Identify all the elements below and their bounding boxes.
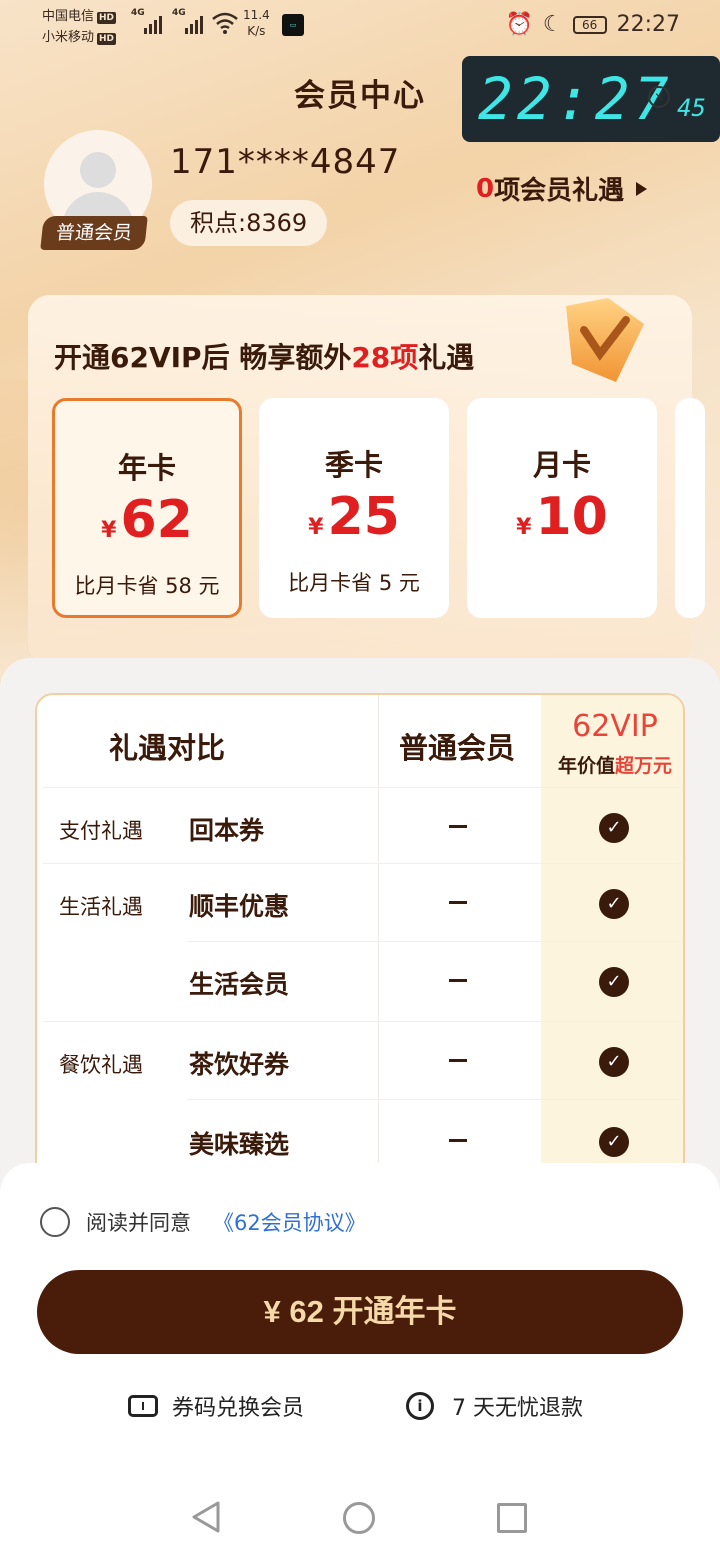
row-item: 美味臻选 (189, 1130, 290, 1159)
refund-label: 7 天无忧退款 (452, 1396, 583, 1421)
redeem-label: 券码兑换会员 (172, 1396, 305, 1421)
clock-hours-minutes: 22:27 (478, 65, 673, 133)
dash-icon (449, 901, 467, 904)
status-bar: 中国电信 HD 小米移动 HD 4G 4G 11.4 K/s ▭ ⏰ ☾ 66 22:… (0, 0, 720, 56)
close-icon[interactable]: × (648, 86, 670, 108)
dash-icon (449, 1139, 467, 1142)
plan-name: 季卡 (324, 448, 383, 482)
network-type-1: 4G (131, 8, 145, 18)
dash-icon (449, 979, 467, 982)
vip-shield-icon (566, 298, 644, 382)
benefit-label: 项会员礼遇 (494, 176, 625, 206)
agreement-link[interactable]: 《62会员协议》 (213, 1207, 366, 1237)
compare-header-vip: 62VIP (572, 709, 658, 744)
table-row: 生活会员 ✓ (37, 943, 683, 1021)
dash-icon (449, 1059, 467, 1062)
member-level-badge: 普通会员 (40, 216, 148, 250)
network-speed: 11.4 K/s (243, 8, 270, 38)
table-row: 生活礼遇 顺丰优惠 ✓ (37, 865, 683, 943)
row-category: 生活礼遇 (59, 895, 143, 919)
floating-clock-widget[interactable]: 22:27 × 45 (462, 56, 720, 142)
carrier-1: 中国电信 (42, 9, 95, 24)
recents-icon[interactable] (497, 1503, 527, 1533)
plan-card-annual[interactable]: 年卡 ¥62 比月卡省 58 元 (52, 398, 242, 618)
agree-text: 阅读并同意 (86, 1211, 191, 1235)
plan-card-monthly[interactable]: 月卡 ¥10 (467, 398, 657, 618)
redeem-code-link[interactable]: 券码兑换会员 (128, 1390, 304, 1422)
row-category: 餐饮礼遇 (59, 1053, 143, 1077)
benefits-compare-table: 礼遇对比 普通会员 62VIP 年价值超万元 支付礼遇 回本券 ✓ 生活礼遇 顺… (35, 693, 685, 1213)
row-item: 回本券 (189, 816, 265, 845)
user-phone: 171****4847 (170, 142, 401, 182)
plan-savings: 比月卡省 58 元 (74, 574, 220, 598)
benefit-count: 0 (476, 173, 495, 204)
compare-header-normal: 普通会员 (399, 731, 516, 765)
plan-price: ¥10 (516, 487, 608, 547)
signal-icon-2 (185, 12, 203, 34)
hd-badge-2: HD (97, 33, 117, 45)
plan-card-partial[interactable] (675, 398, 705, 618)
check-icon: ✓ (599, 1047, 629, 1077)
table-row: 餐饮礼遇 茶饮好券 ✓ (37, 1023, 683, 1101)
row-category: 支付礼遇 (59, 819, 143, 843)
dash-icon (449, 825, 467, 828)
carrier-info: 中国电信 HD 小米移动 HD (42, 6, 117, 48)
plan-name: 月卡 (532, 448, 591, 482)
plan-price: ¥62 (101, 490, 193, 550)
back-icon[interactable] (190, 1500, 222, 1534)
carrier-2: 小米移动 (42, 30, 95, 45)
refund-info[interactable]: i 7 天无忧退款 (406, 1390, 583, 1422)
check-icon: ✓ (599, 889, 629, 919)
agreement-row[interactable]: 阅读并同意 《62会员协议》 (40, 1207, 366, 1237)
signal-icon (144, 12, 162, 34)
ticket-icon (128, 1395, 158, 1417)
plan-card-quarterly[interactable]: 季卡 ¥25 比月卡省 5 元 (259, 398, 449, 618)
moon-icon: ☾ (542, 12, 563, 37)
table-row: 支付礼遇 回本券 ✓ (37, 789, 683, 867)
row-item: 茶饮好券 (189, 1050, 290, 1079)
pay-open-annual-button[interactable]: ¥ 62 开通年卡 (37, 1270, 683, 1354)
compare-header-label: 礼遇对比 (109, 731, 226, 765)
check-icon: ✓ (599, 813, 629, 843)
alarm-icon: ⏰ (505, 12, 533, 37)
row-item: 顺丰优惠 (189, 892, 290, 921)
row-item: 生活会员 (189, 970, 290, 999)
check-icon: ✓ (599, 967, 629, 997)
home-icon[interactable] (343, 1502, 375, 1534)
wifi-icon (212, 12, 238, 34)
clock-app-icon: ▭ (282, 14, 304, 36)
status-time: 22:27 (616, 12, 680, 37)
member-benefits-link[interactable]: 0 项会员礼遇 (476, 170, 648, 207)
clock-seconds: 45 (677, 94, 706, 122)
hd-badge-1: HD (97, 12, 117, 24)
plan-savings: 比月卡省 5 元 (288, 571, 420, 595)
arrow-right-icon (636, 181, 648, 196)
battery-icon: 66 (572, 15, 607, 34)
compare-header-vip-sub: 年价值超万元 (557, 755, 673, 777)
agree-radio[interactable] (40, 1207, 70, 1237)
promo-headline: 开通62VIP后 畅享额外28项礼遇 (54, 341, 475, 374)
info-icon: i (406, 1392, 434, 1420)
plan-price: ¥25 (308, 487, 400, 547)
plan-name: 年卡 (117, 451, 176, 485)
check-icon: ✓ (599, 1127, 629, 1157)
points-pill[interactable]: 积点:8369 (170, 200, 328, 246)
network-type-2: 4G (172, 8, 186, 18)
